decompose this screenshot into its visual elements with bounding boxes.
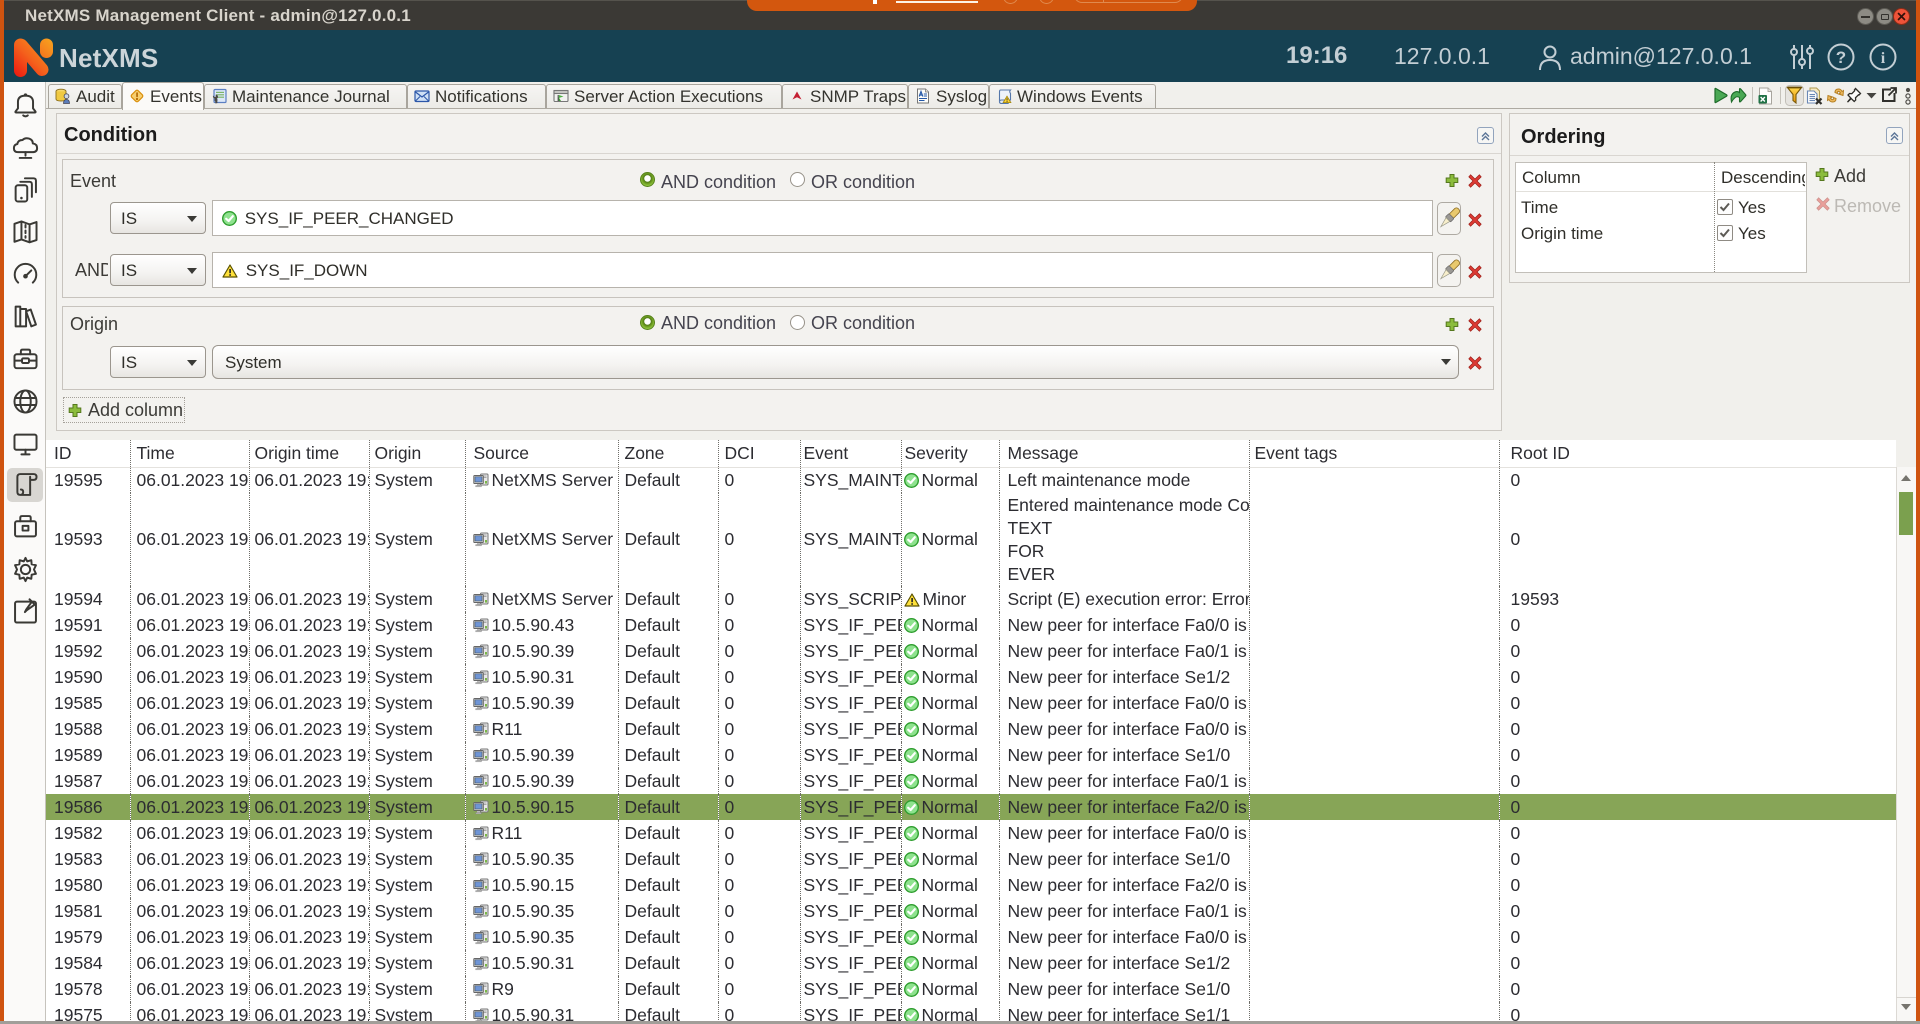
svg-text:i: i xyxy=(1881,50,1886,67)
svg-text:?: ? xyxy=(1836,48,1846,67)
